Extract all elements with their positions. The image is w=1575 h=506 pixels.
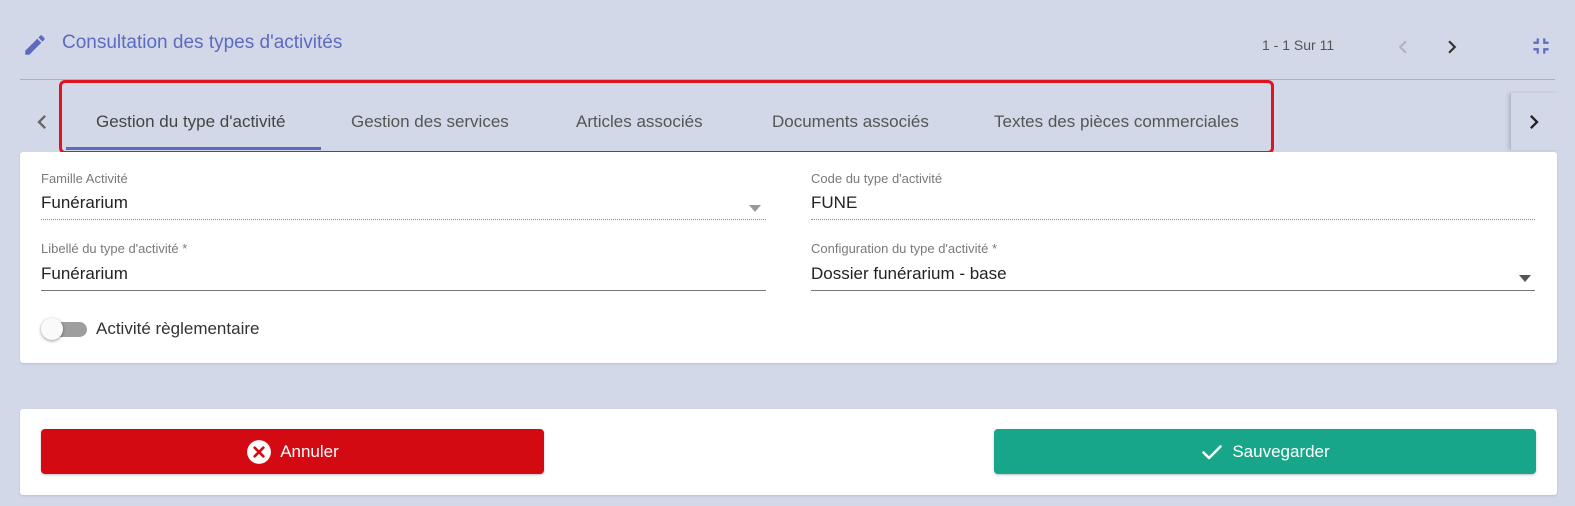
next-record-button[interactable] [1439, 34, 1465, 60]
save-button[interactable]: Sauvegarder [994, 429, 1536, 474]
tab-gestion-type-activite[interactable]: Gestion du type d'activité [96, 108, 285, 136]
famille-activite-underline [41, 219, 766, 220]
previous-record-button[interactable] [1390, 34, 1416, 60]
collapse-icon [1533, 38, 1549, 54]
page-title: Consultation des types d'activités [62, 32, 343, 53]
libelle-type-activite-field[interactable]: Funérarium [41, 264, 128, 284]
tab-documents-associes[interactable]: Documents associés [772, 108, 929, 136]
close-circle-icon [247, 439, 272, 464]
tabs-scroll-right-button[interactable] [1520, 108, 1548, 136]
save-button-label: Sauvegarder [1232, 441, 1330, 461]
configuration-type-activite-underline [811, 290, 1535, 291]
libelle-type-activite-underline [41, 290, 766, 291]
chevron-right-icon [1530, 115, 1539, 129]
tab-gestion-services[interactable]: Gestion des services [351, 108, 509, 136]
famille-activite-select[interactable]: Funérarium [41, 193, 128, 213]
pager-count: 1 - 1 Sur 11 [1262, 37, 1335, 53]
libelle-type-activite-label: Libellé du type d'activité * [41, 241, 188, 256]
code-type-activite-underline [811, 219, 1535, 220]
activite-reglementaire-toggle[interactable] [41, 318, 87, 340]
tab-textes-pieces-commerciales[interactable]: Textes des pièces commerciales [994, 108, 1239, 136]
tab-articles-associes[interactable]: Articles associés [576, 108, 703, 136]
chevron-left-icon [1398, 40, 1407, 54]
code-type-activite-field[interactable]: FUNE [811, 193, 857, 213]
cancel-button-label: Annuler [280, 441, 339, 461]
cancel-button[interactable]: Annuler [41, 429, 544, 474]
dropdown-arrow-icon [749, 200, 761, 212]
code-type-activite-label: Code du type d'activité [811, 171, 943, 186]
toggle-knob [41, 318, 63, 340]
collapse-button[interactable] [1528, 33, 1554, 59]
configuration-type-activite-select[interactable]: Dossier funérarium - base [811, 264, 1007, 284]
activite-reglementaire-label: Activité règlementaire [96, 319, 260, 338]
tabs-scroll-left-button[interactable] [28, 108, 56, 136]
check-icon [1202, 444, 1223, 459]
chevron-right-icon [1448, 40, 1457, 54]
dropdown-arrow-icon[interactable] [1519, 270, 1531, 282]
pencil-icon [22, 32, 48, 58]
famille-activite-label: Famille Activité [41, 171, 128, 186]
chevron-left-icon [37, 115, 46, 129]
configuration-type-activite-label: Configuration du type d'activité * [811, 241, 998, 256]
active-tab-indicator [66, 147, 321, 150]
header-divider [20, 79, 1555, 80]
